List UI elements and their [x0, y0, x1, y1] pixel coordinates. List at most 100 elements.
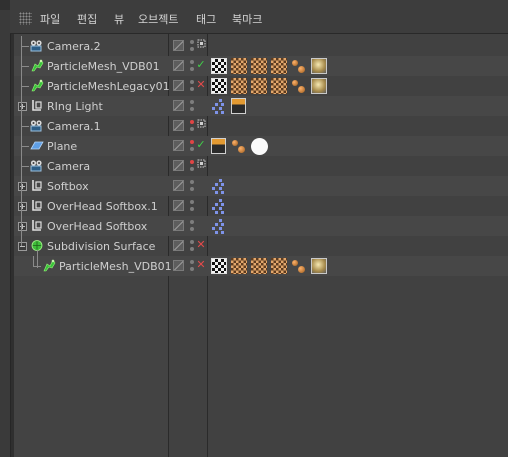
object-name[interactable]: ParticleMesh_VDB01: [59, 260, 172, 273]
object-name[interactable]: Camera.1: [47, 120, 101, 133]
render-visibility-dot[interactable]: [190, 187, 194, 191]
material-tag-icon[interactable]: [231, 78, 247, 94]
render-tag-icon[interactable]: [211, 78, 227, 94]
object-name[interactable]: ParticleMesh_VDB01: [47, 60, 160, 73]
menu-tag[interactable]: 태그: [196, 11, 216, 27]
object-name[interactable]: Subdivision Surface: [47, 240, 155, 253]
render-tag-icon[interactable]: [211, 258, 227, 274]
disabled-x-icon[interactable]: ✕: [196, 239, 206, 251]
expand-icon[interactable]: [18, 222, 27, 231]
disabled-x-icon[interactable]: ✕: [196, 259, 206, 271]
target-tag-icon[interactable]: [211, 178, 227, 194]
object-row[interactable]: ParticleMesh_VDB01 ✕: [14, 256, 508, 276]
object-row[interactable]: Camera.1: [14, 116, 508, 136]
object-name[interactable]: Camera: [47, 160, 90, 173]
render-visibility-dot[interactable]: [190, 227, 194, 231]
texture-material-icon[interactable]: [311, 258, 327, 274]
object-row[interactable]: Subdivision Surface ✕: [14, 236, 508, 256]
render-visibility-dot[interactable]: [190, 207, 194, 211]
enabled-check-icon[interactable]: ✓: [196, 139, 206, 151]
material-tag-icon[interactable]: [271, 258, 287, 274]
object-row[interactable]: ParticleMeshLegacy01 ✕: [14, 76, 508, 96]
texture-material-icon[interactable]: [311, 78, 327, 94]
render-visibility-dot[interactable]: [190, 87, 194, 91]
phong-tag-icon[interactable]: [291, 78, 307, 94]
expand-icon[interactable]: [18, 102, 27, 111]
render-visibility-dot[interactable]: [190, 247, 194, 251]
object-row[interactable]: ParticleMesh_VDB01 ✓: [14, 56, 508, 76]
object-name[interactable]: Camera.2: [47, 40, 101, 53]
material-tag-icon[interactable]: [271, 58, 287, 74]
target-tag-icon[interactable]: [211, 218, 227, 234]
layer-icon[interactable]: [173, 240, 184, 251]
object-row[interactable]: OverHead Softbox: [14, 216, 508, 236]
layer-icon[interactable]: [173, 100, 184, 111]
render-tag-icon[interactable]: [211, 58, 227, 74]
object-name[interactable]: RIng Light: [47, 100, 103, 113]
render-visibility-dot[interactable]: [190, 67, 194, 71]
object-row[interactable]: Camera.2: [14, 36, 508, 56]
render-tag-icon[interactable]: [231, 98, 246, 114]
texture-material-icon[interactable]: [311, 58, 327, 74]
editor-visibility-dot[interactable]: [190, 200, 194, 204]
material-tag-icon[interactable]: [251, 78, 267, 94]
editor-visibility-dot[interactable]: [190, 160, 194, 164]
layer-icon[interactable]: [173, 260, 184, 271]
layer-icon[interactable]: [173, 60, 184, 71]
object-row[interactable]: Camera: [14, 156, 508, 176]
layer-icon[interactable]: [173, 80, 184, 91]
menu-file[interactable]: 파일: [40, 11, 60, 27]
object-row[interactable]: OverHead Softbox.1: [14, 196, 508, 216]
collapse-icon[interactable]: [18, 242, 27, 251]
object-row[interactable]: RIng Light: [14, 96, 508, 116]
visibility-icon[interactable]: [196, 119, 206, 131]
layer-icon[interactable]: [173, 120, 184, 131]
object-name[interactable]: ParticleMeshLegacy01: [47, 80, 170, 93]
material-tag-icon[interactable]: [251, 258, 267, 274]
layer-icon[interactable]: [173, 160, 184, 171]
menu-object[interactable]: 오브젝트: [138, 11, 178, 27]
phong-tag-icon[interactable]: [291, 258, 307, 274]
object-row[interactable]: Plane ✓: [14, 136, 508, 156]
render-visibility-dot[interactable]: [190, 147, 194, 151]
layer-icon[interactable]: [173, 140, 184, 151]
enabled-check-icon[interactable]: ✓: [196, 59, 206, 71]
editor-visibility-dot[interactable]: [190, 80, 194, 84]
editor-visibility-dot[interactable]: [190, 60, 194, 64]
render-visibility-dot[interactable]: [190, 267, 194, 271]
editor-visibility-dot[interactable]: [190, 180, 194, 184]
material-tag-icon[interactable]: [271, 78, 287, 94]
visibility-icon[interactable]: [196, 39, 206, 51]
layer-icon[interactable]: [173, 180, 184, 191]
object-name[interactable]: Softbox: [47, 180, 89, 193]
render-visibility-dot[interactable]: [190, 107, 194, 111]
expand-icon[interactable]: [18, 202, 27, 211]
object-name[interactable]: OverHead Softbox.1: [47, 200, 158, 213]
layer-icon[interactable]: [173, 200, 184, 211]
object-name[interactable]: Plane: [47, 140, 77, 153]
editor-visibility-dot[interactable]: [190, 220, 194, 224]
menu-view[interactable]: 뷰: [114, 11, 124, 27]
phong-tag-icon[interactable]: [231, 138, 247, 154]
visibility-icon[interactable]: [196, 159, 206, 171]
white-material-icon[interactable]: [251, 138, 268, 155]
render-visibility-dot[interactable]: [190, 167, 194, 171]
layer-icon[interactable]: [173, 220, 184, 231]
target-tag-icon[interactable]: [211, 98, 227, 114]
editor-visibility-dot[interactable]: [190, 120, 194, 124]
layer-icon[interactable]: [173, 40, 184, 51]
material-tag-icon[interactable]: [231, 258, 247, 274]
editor-visibility-dot[interactable]: [190, 40, 194, 44]
menu-bookmark[interactable]: 북마크: [232, 11, 262, 27]
panel-grip-icon[interactable]: [19, 12, 32, 25]
object-row[interactable]: Softbox: [14, 176, 508, 196]
render-visibility-dot[interactable]: [190, 47, 194, 51]
material-tag-icon[interactable]: [251, 58, 267, 74]
render-visibility-dot[interactable]: [190, 127, 194, 131]
material-tag-icon[interactable]: [231, 58, 247, 74]
editor-visibility-dot[interactable]: [190, 100, 194, 104]
target-tag-icon[interactable]: [211, 198, 227, 214]
editor-visibility-dot[interactable]: [190, 260, 194, 264]
editor-visibility-dot[interactable]: [190, 240, 194, 244]
menu-edit[interactable]: 편집: [77, 11, 97, 27]
